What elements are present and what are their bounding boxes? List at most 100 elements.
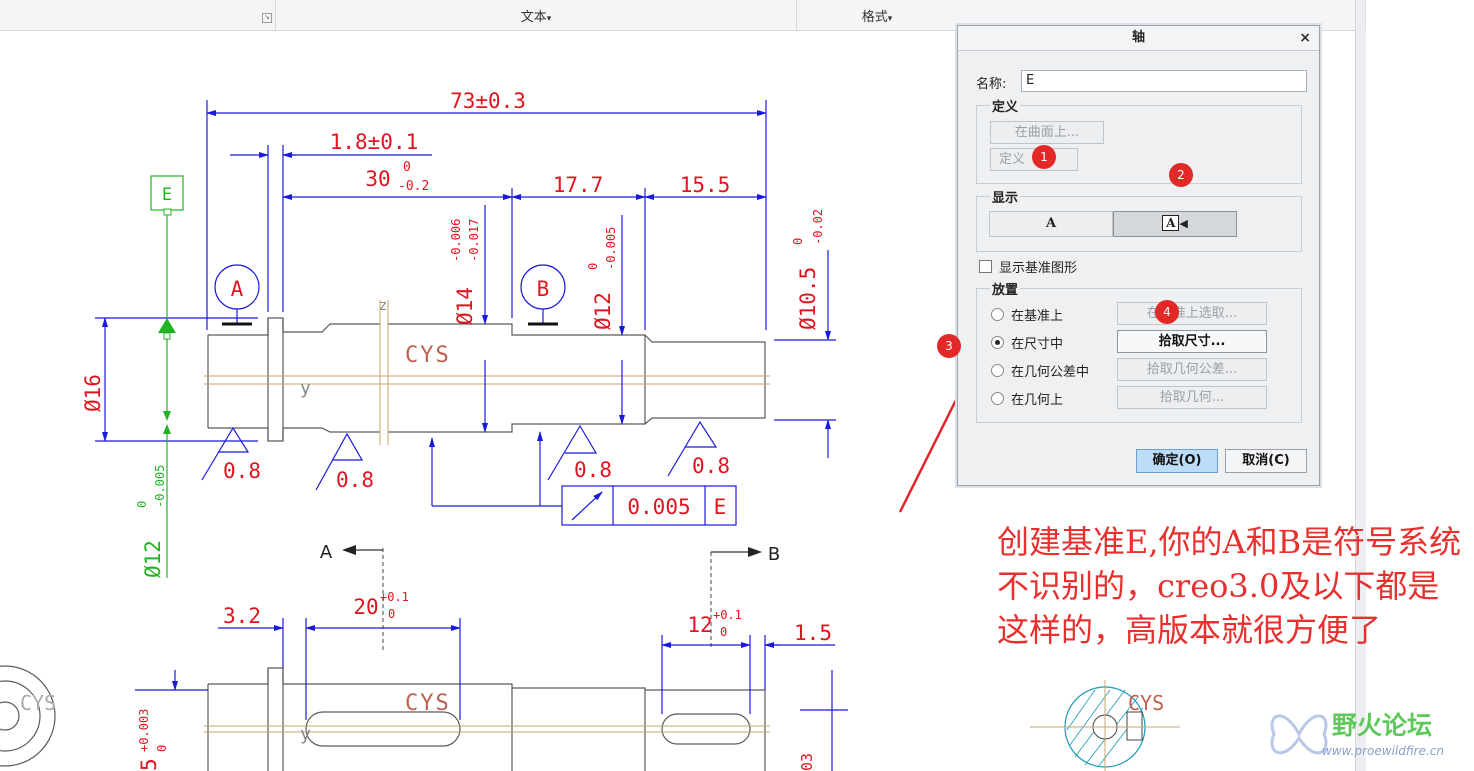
dialog-title: 轴 xyxy=(1131,30,1145,45)
dim-flange-text: 1.8±0.1 xyxy=(330,130,419,154)
cys-label-lower: CYS xyxy=(405,691,451,716)
define-section xyxy=(976,105,1302,184)
placement-radio-in-dimension[interactable] xyxy=(991,336,1004,349)
watermark-url: www.proewildfire.cn xyxy=(1322,744,1444,758)
cancel-button[interactable]: 取消(C) xyxy=(1225,449,1307,473)
ok-button[interactable]: 确定(O) xyxy=(1136,449,1218,473)
datum-e-label: E xyxy=(162,185,172,205)
datum-a-label: A xyxy=(231,277,244,301)
dim-5-text: 5 xyxy=(137,758,161,771)
dia-12-text: Ø12 xyxy=(591,292,615,330)
show-datum-checkbox[interactable] xyxy=(979,260,992,273)
pick-geometry-button[interactable]: 拾取几何... xyxy=(1117,386,1267,409)
dim-chain[interactable] xyxy=(282,188,767,330)
step-badge: 4 xyxy=(1155,300,1179,324)
placement-section-title: 放置 xyxy=(990,279,1021,298)
shaft-main-view xyxy=(207,317,766,442)
close-icon[interactable]: × xyxy=(1299,26,1311,50)
show-datum-label: 显示基准图形 xyxy=(999,261,1078,276)
shaft-lower-view xyxy=(207,667,766,771)
runout-datum-ref: E xyxy=(714,495,727,519)
cys-label-left: CYS xyxy=(20,691,56,715)
cys-label: CYS xyxy=(405,343,451,368)
watermark-logo: 野火论坛 www.proewildfire.cn xyxy=(1262,702,1472,768)
placement-radio-on-geometry[interactable] xyxy=(991,392,1004,405)
dia-12-green-tol-lower: -0.005 xyxy=(153,465,167,508)
dim-12-text: 12 xyxy=(687,613,712,637)
runout-tolerance-value: 0.005 xyxy=(627,495,690,519)
axis-dialog: 轴 × 名称: E 定义 在曲面上... 定义 显示 A A ◀ 显示基准图形 放… xyxy=(957,25,1320,486)
pick-gtol-button[interactable]: 拾取几何公差... xyxy=(1117,358,1267,381)
roughness-value: 0.8 xyxy=(223,459,261,483)
roughness-value: 0.8 xyxy=(692,454,730,478)
placement-label-on-geometry: 在几何上 xyxy=(1011,393,1064,408)
dim-12-lower: 0 xyxy=(720,625,727,639)
dia-14-text: Ø14 xyxy=(453,287,477,325)
define-section-title: 定义 xyxy=(990,96,1021,115)
dim-5-lower: 0 xyxy=(155,745,169,752)
dia-12-tol-upper: 0 xyxy=(586,263,600,270)
dia-14-tol-lower: -0.017 xyxy=(467,219,481,262)
lower-centerlines xyxy=(204,725,770,733)
roughness-value: 0.8 xyxy=(336,468,374,492)
dia-10-5-text: Ø10.5 xyxy=(796,267,820,330)
dim-overall-text: 73±0.3 xyxy=(450,89,526,113)
dia-14-tol-upper: -0.006 xyxy=(449,219,463,262)
dim-12-upper: +0.1 xyxy=(713,608,742,622)
dim-20-text: 20 xyxy=(353,595,378,619)
watermark-title: 野火论坛 xyxy=(1332,711,1433,740)
dialog-titlebar[interactable]: 轴 × xyxy=(958,26,1319,51)
triangle-left-icon: ◀ xyxy=(1179,217,1188,230)
axis-y-label: y xyxy=(300,378,311,399)
step-badge: 3 xyxy=(937,334,961,358)
datum-e-symbol[interactable] xyxy=(150,175,184,578)
dim-15-5-text: 15.5 xyxy=(680,173,731,197)
placement-label-in-dimension: 在尺寸中 xyxy=(1011,337,1064,352)
placement-radio-on-datum[interactable] xyxy=(991,308,1004,321)
dim-1-5-text: 1.5 xyxy=(794,621,832,645)
axis-y-label-lower: y xyxy=(300,724,311,745)
placement-label-in-gtol: 在几何公差中 xyxy=(1011,365,1090,380)
dim-flange-width[interactable] xyxy=(230,145,432,312)
name-input[interactable]: E xyxy=(1021,70,1307,92)
shaft-centerlines xyxy=(204,300,770,445)
dim-20-upper: +0.1 xyxy=(380,590,409,604)
step-badge: 1 xyxy=(1032,145,1056,169)
select-on-datum-button[interactable]: 在基准上选取... xyxy=(1117,302,1267,325)
dim-lower-chain[interactable] xyxy=(135,618,848,771)
display-section-title: 显示 xyxy=(990,187,1021,206)
dim-5-upper: +0.003 xyxy=(137,709,151,752)
datum-flag-icon: A xyxy=(1162,215,1180,231)
display-option-a[interactable]: A xyxy=(989,211,1113,237)
roughness-value: 0.8 xyxy=(574,458,612,482)
pick-dimension-button[interactable]: 拾取尺寸... xyxy=(1117,330,1267,353)
on-surface-button[interactable]: 在曲面上... xyxy=(990,121,1104,144)
dia-10-5-tol-upper: 0 xyxy=(791,238,805,245)
datum-b-label: B xyxy=(537,277,550,301)
annotation-note: 创建基准E,你的A和B是符号系统不识别的，creo3.0及以下都是这样的，高版本… xyxy=(997,523,1462,649)
placement-label-on-datum: 在基准上 xyxy=(1011,309,1064,324)
section-a-label: A xyxy=(320,542,333,563)
dim-3-2-text: 3.2 xyxy=(223,604,261,628)
name-label: 名称: xyxy=(976,77,1007,92)
section-marker-b[interactable] xyxy=(710,547,762,650)
section-view-left xyxy=(0,665,56,767)
axis-z-label: z xyxy=(379,298,387,314)
dim-overall-length[interactable] xyxy=(206,100,767,330)
dim-30-upper: 0 xyxy=(403,160,411,175)
dia-10-5-tol-lower: -0.02 xyxy=(811,209,825,245)
section-b-label: B xyxy=(768,544,780,565)
dia-12-green-tol-upper: 0 xyxy=(135,501,149,508)
dim-30-lower: -0.2 xyxy=(398,179,429,194)
dim-20-lower: 0 xyxy=(388,607,395,621)
dim-03-partial: 03 xyxy=(798,753,816,771)
cys-label-right: CYS xyxy=(1128,691,1164,715)
dia-12-green-text: Ø12 xyxy=(141,540,165,578)
placement-radio-in-gtol[interactable] xyxy=(991,364,1004,377)
dia-16-text: Ø16 xyxy=(81,374,105,412)
step-badge: 2 xyxy=(1169,163,1193,187)
display-option-a-flag[interactable]: A ◀ xyxy=(1113,211,1237,237)
dim-dia-16[interactable] xyxy=(95,317,258,442)
dim-30-text: 30 xyxy=(365,167,390,191)
dia-12-tol-lower: -0.005 xyxy=(604,227,618,270)
